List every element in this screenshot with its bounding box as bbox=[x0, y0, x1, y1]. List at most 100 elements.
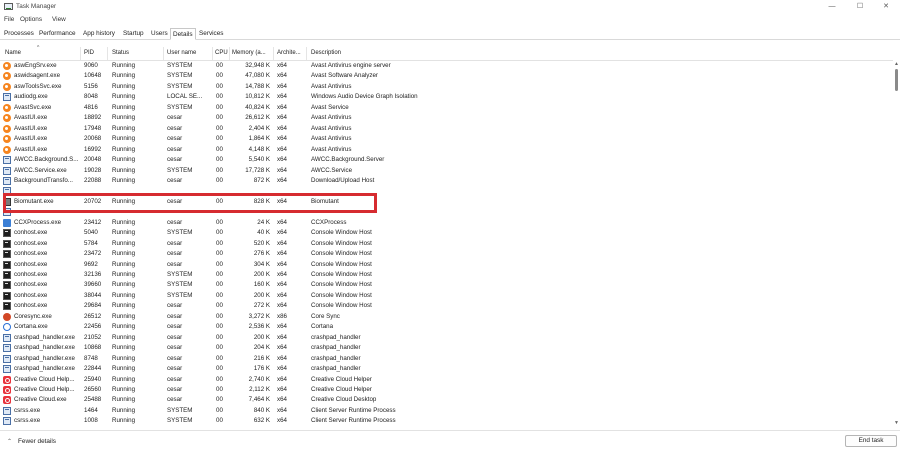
tab-performance[interactable]: Performance bbox=[37, 28, 78, 40]
table-row[interactable]: Coresync.exe 26512 Running cesar 00 3,272 K x8… bbox=[0, 312, 893, 322]
process-memory: 204 K bbox=[253, 344, 270, 352]
process-user: cesar bbox=[167, 124, 183, 132]
table-row[interactable]: Biomutant.exe 20702 Running cesar 00 828 K x64… bbox=[0, 197, 893, 207]
column-divider[interactable] bbox=[80, 47, 81, 60]
process-description: Console Window Host bbox=[311, 281, 372, 289]
table-row[interactable]: Cortana.exe 22456 Running cesar 00 2,536 K x64… bbox=[0, 322, 893, 332]
process-cpu: 00 bbox=[216, 62, 223, 69]
tab-users[interactable]: Users bbox=[149, 28, 170, 40]
tab-details[interactable]: Details bbox=[170, 28, 196, 40]
column-divider[interactable] bbox=[107, 47, 108, 60]
scroll-down-icon[interactable]: ▼ bbox=[893, 420, 900, 427]
process-name: AvastUI.exe bbox=[14, 135, 48, 143]
table-row[interactable]: crashpad_handler.exe 22844 Running cesar 00 1… bbox=[0, 364, 893, 374]
scroll-thumb[interactable] bbox=[895, 69, 898, 91]
table-row[interactable]: AvastUI.exe 17948 Running cesar 00 2,404 K x64… bbox=[0, 124, 893, 134]
table-row[interactable]: CCXProcess.exe 23412 Running cesar 00 24 K x64… bbox=[0, 218, 893, 228]
process-status: Running bbox=[112, 291, 136, 299]
column-divider[interactable] bbox=[229, 47, 230, 60]
process-pid: 20048 bbox=[84, 156, 102, 164]
table-row[interactable]: AvastSvc.exe 4816 Running SYSTEM 00 40,824 K x… bbox=[0, 103, 893, 113]
title-bar: Task Manager — ☐ ✕ bbox=[0, 0, 900, 14]
table-row[interactable]: conhost.exe 23472 Running cesar 00 276 K x64 Co… bbox=[0, 249, 893, 259]
process-architecture: x64 bbox=[277, 82, 287, 90]
table-row[interactable] bbox=[0, 186, 893, 196]
console-icon bbox=[3, 281, 11, 290]
process-status: Running bbox=[112, 124, 136, 132]
chevron-up-icon[interactable]: ⌃ bbox=[7, 438, 12, 445]
console-icon bbox=[3, 250, 11, 259]
table-row[interactable]: conhost.exe 9692 Running cesar 00 304 K x64 Con… bbox=[0, 260, 893, 270]
close-button[interactable]: ✕ bbox=[879, 2, 893, 11]
maximize-button[interactable]: ☐ bbox=[853, 2, 867, 11]
column-user-name[interactable]: User name bbox=[167, 50, 196, 56]
process-user: SYSTEM bbox=[167, 281, 193, 289]
table-row[interactable]: AvastUI.exe 20068 Running cesar 00 1,864 K x64… bbox=[0, 134, 893, 144]
process-cpu: 00 bbox=[216, 323, 223, 331]
menu-view[interactable]: View bbox=[52, 16, 66, 23]
process-architecture: x64 bbox=[277, 229, 287, 237]
tab-processes[interactable]: Processes bbox=[2, 28, 36, 40]
table-row[interactable]: AvastUI.exe 16992 Running cesar 00 4,148 K x64… bbox=[0, 145, 893, 155]
table-row[interactable]: conhost.exe 39660 Running SYSTEM 00 160 K x64 C… bbox=[0, 280, 893, 290]
column-divider[interactable] bbox=[273, 47, 274, 60]
tab-services[interactable]: Services bbox=[197, 28, 226, 40]
process-architecture: x64 bbox=[277, 291, 287, 299]
process-cpu: 00 bbox=[216, 114, 223, 122]
column-architecture[interactable]: Archite... bbox=[277, 50, 301, 56]
process-cpu: 00 bbox=[216, 197, 223, 205]
table-row[interactable]: AWCC.Background.S... 20048 Running cesar 00 5… bbox=[0, 155, 893, 165]
process-memory: 32,948 K bbox=[245, 62, 270, 69]
scroll-up-icon[interactable]: ▲ bbox=[893, 61, 900, 68]
table-row[interactable]: conhost.exe 29684 Running cesar 00 272 K x64 Co… bbox=[0, 301, 893, 311]
column-divider[interactable] bbox=[212, 47, 213, 60]
column-description[interactable]: Description bbox=[311, 50, 341, 56]
fewer-details-link[interactable]: Fewer details bbox=[18, 438, 56, 445]
table-row[interactable]: conhost.exe 32136 Running SYSTEM 00 200 K x64 C… bbox=[0, 270, 893, 280]
vertical-scrollbar[interactable]: ▲ ▼ bbox=[893, 61, 900, 427]
column-divider[interactable] bbox=[306, 47, 307, 60]
menu-options[interactable]: Options bbox=[20, 16, 42, 23]
table-row[interactable]: AvastUI.exe 18892 Running cesar 00 26,612 K x6… bbox=[0, 113, 893, 123]
tab-startup[interactable]: Startup bbox=[121, 28, 146, 40]
table-row[interactable]: Creative Cloud Help... 26560 Running cesar 0… bbox=[0, 385, 893, 395]
column-cpu[interactable]: CPU bbox=[215, 50, 228, 56]
table-row[interactable]: crashpad_handler.exe 21052 Running cesar 00 2… bbox=[0, 333, 893, 343]
process-user: SYSTEM bbox=[167, 72, 193, 80]
table-row[interactable]: csrss.exe 1008 Running SYSTEM 00 632 K x64 Clie… bbox=[0, 416, 893, 426]
task-manager-window: Task Manager — ☐ ✕ File Options View Pro… bbox=[0, 0, 900, 454]
table-row[interactable]: crashpad_handler.exe 10868 Running cesar 00 2… bbox=[0, 343, 893, 353]
table-row[interactable]: aswToolsSvc.exe 5156 Running SYSTEM 00 14,788… bbox=[0, 82, 893, 92]
table-row[interactable]: csrss.exe 1464 Running SYSTEM 00 840 K x64 Clie… bbox=[0, 406, 893, 416]
table-row[interactable] bbox=[0, 207, 893, 217]
column-pid[interactable]: PID bbox=[84, 50, 94, 56]
table-row[interactable]: conhost.exe 5040 Running SYSTEM 00 40 K x64 Con… bbox=[0, 228, 893, 238]
process-status: Running bbox=[112, 72, 136, 80]
process-description: crashpad_handler bbox=[311, 344, 361, 352]
process-architecture: x64 bbox=[277, 354, 287, 362]
column-status[interactable]: Status bbox=[112, 50, 129, 56]
menu-file[interactable]: File bbox=[4, 16, 14, 23]
table-row[interactable]: conhost.exe 5784 Running cesar 00 520 K x64 Con… bbox=[0, 239, 893, 249]
table-row[interactable]: crashpad_handler.exe 8748 Running cesar 00 21… bbox=[0, 354, 893, 364]
table-row[interactable]: BackgroundTransfo... 22088 Running cesar 00 8… bbox=[0, 176, 893, 186]
process-architecture: x86 bbox=[277, 312, 287, 320]
window-icon bbox=[3, 166, 11, 175]
table-row[interactable]: aswEngSrv.exe 9060 Running SYSTEM 00 32,948 K… bbox=[0, 61, 893, 71]
table-row[interactable]: Creative Cloud.exe 25488 Running cesar 00 7,4… bbox=[0, 395, 893, 405]
column-name[interactable]: Name bbox=[5, 50, 21, 56]
table-row[interactable]: AWCC.Service.exe 19028 Running SYSTEM 00 17,7… bbox=[0, 166, 893, 176]
avast-icon bbox=[3, 62, 11, 70]
column-memory[interactable]: Memory (a... bbox=[232, 50, 266, 56]
process-memory: 47,080 K bbox=[245, 72, 270, 80]
table-row[interactable]: conhost.exe 38044 Running SYSTEM 00 200 K x64 C… bbox=[0, 291, 893, 301]
tab-app-history[interactable]: App history bbox=[81, 28, 117, 40]
minimize-button[interactable]: — bbox=[825, 2, 839, 11]
end-task-button[interactable]: End task bbox=[845, 435, 897, 447]
column-divider[interactable] bbox=[163, 47, 164, 60]
process-pid: 5040 bbox=[84, 229, 98, 237]
table-row[interactable]: audiodg.exe 8048 Running LOCAL SE... 00 10,81… bbox=[0, 92, 893, 102]
table-row[interactable]: Creative Cloud Help... 25940 Running cesar 0… bbox=[0, 375, 893, 385]
table-row[interactable]: aswidsagent.exe 10648 Running SYSTEM 00 47,08… bbox=[0, 71, 893, 81]
process-name: crashpad_handler.exe bbox=[14, 365, 75, 373]
